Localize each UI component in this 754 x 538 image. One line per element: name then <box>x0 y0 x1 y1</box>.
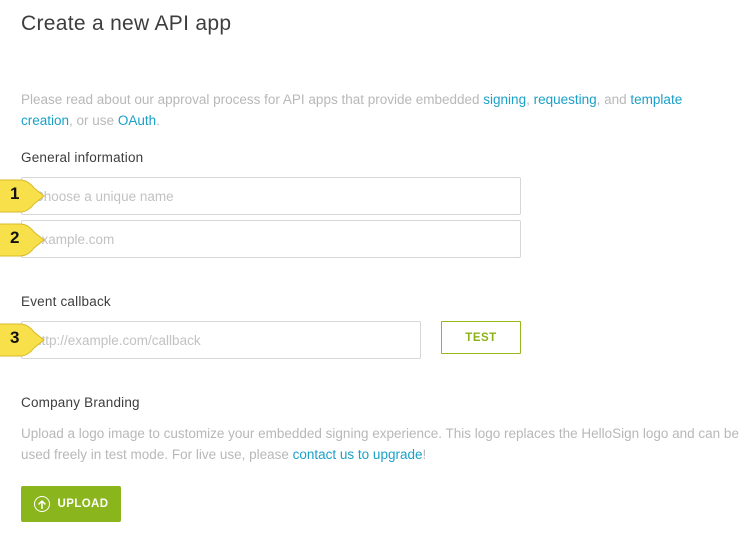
callback-url-input[interactable] <box>21 321 421 359</box>
upload-label: UPLOAD <box>57 498 109 510</box>
app-name-input[interactable] <box>21 177 521 215</box>
intro-text: Please read about our approval process f… <box>21 92 683 128</box>
test-callback-button[interactable]: TEST <box>441 321 521 354</box>
upload-button[interactable]: UPLOAD <box>21 486 121 522</box>
signing-link[interactable]: signing <box>483 92 526 107</box>
arrow-up-circle-icon <box>33 496 50 512</box>
contact-upgrade-link[interactable]: contact us to upgrade <box>293 447 423 462</box>
branding-description: Upload a logo image to customize your em… <box>21 426 739 462</box>
callout-3: 3 <box>0 322 48 358</box>
domain-input[interactable] <box>21 220 521 258</box>
oauth-link[interactable]: OAuth <box>118 113 156 128</box>
company-branding-label: Company Branding <box>21 395 140 410</box>
callout-1: 1 <box>0 178 48 214</box>
page-title: Create a new API app <box>21 12 232 35</box>
requesting-link[interactable]: requesting <box>534 92 597 107</box>
general-information-label: General information <box>21 150 144 165</box>
event-callback-label: Event callback <box>21 294 111 309</box>
callout-2: 2 <box>0 222 48 258</box>
